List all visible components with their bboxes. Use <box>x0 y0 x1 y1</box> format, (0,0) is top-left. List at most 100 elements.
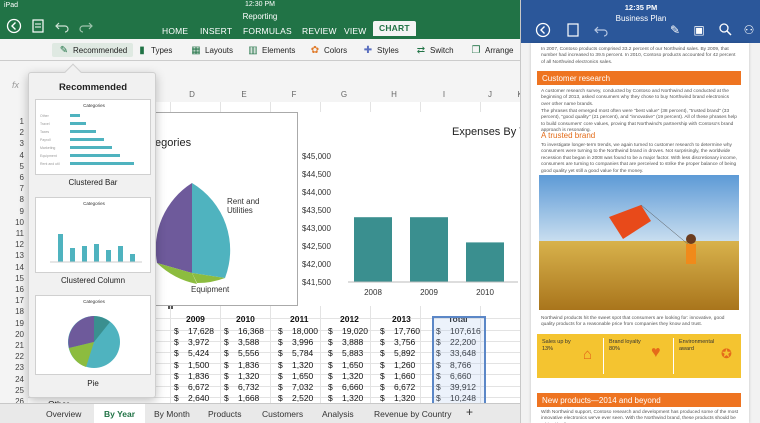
table-cell[interactable]: 3,996 <box>292 337 313 347</box>
thumb-clustered-column[interactable]: Categories <box>35 197 151 273</box>
row-number[interactable]: 15 <box>6 274 24 283</box>
row-number[interactable]: 17 <box>6 296 24 305</box>
thumb-pie[interactable]: Categories <box>35 295 151 375</box>
table-cell[interactable]: 1,260 <box>394 360 415 370</box>
back-icon[interactable] <box>6 18 22 34</box>
table-cell[interactable]: 1,320 <box>238 371 259 381</box>
thumb-clustered-bar[interactable]: Categories Other Travel Taxes Payroll Marke… <box>35 99 151 175</box>
col-head-h[interactable]: H <box>384 90 404 102</box>
table-cell[interactable]: 6,660 <box>342 382 363 392</box>
table-cell[interactable]: 6,732 <box>238 382 259 392</box>
table-cell[interactable]: 1,320 <box>342 371 363 381</box>
tab-insert[interactable]: INSERT <box>200 26 232 36</box>
table-cell[interactable]: 1,320 <box>394 393 415 403</box>
table-cell[interactable]: 2,520 <box>292 393 313 403</box>
row-number[interactable]: 14 <box>6 263 24 272</box>
table-cell[interactable]: 2,640 <box>188 393 209 403</box>
switch-button[interactable]: ⇄ Switch <box>415 43 454 57</box>
file-icon[interactable] <box>30 18 46 34</box>
tab-formulas[interactable]: FORMULAS <box>243 26 292 36</box>
row-number[interactable]: 22 <box>6 352 24 361</box>
sheet-tab-by-month[interactable]: By Month <box>154 409 190 419</box>
tab-view[interactable]: VIEW <box>344 26 367 36</box>
file-icon[interactable] <box>565 22 581 38</box>
row-number[interactable]: 6 <box>6 173 24 182</box>
col-head-j[interactable]: J <box>480 90 500 102</box>
read-mode-icon[interactable]: ▣ <box>691 22 707 38</box>
arrange-button[interactable]: ❐ Arrange <box>470 43 514 57</box>
document-page[interactable]: In 2007, Contoso products comprised 33.2… <box>531 43 749 423</box>
table-cell[interactable]: 3,756 <box>394 337 415 347</box>
table-cell[interactable]: 5,556 <box>238 348 259 358</box>
table-cell[interactable]: 17,760 <box>394 326 420 336</box>
table-cell[interactable]: 16,368 <box>238 326 264 336</box>
table-cell[interactable]: 1,500 <box>188 360 209 370</box>
table-cell[interactable]: 5,784 <box>292 348 313 358</box>
undo-icon[interactable] <box>593 22 609 38</box>
option-pie[interactable]: Pie <box>29 379 157 388</box>
row-number[interactable]: 4 <box>6 151 24 160</box>
table-cell[interactable]: 1,668 <box>238 393 259 403</box>
row-number[interactable]: 5 <box>6 162 24 171</box>
sheet-tab-customers[interactable]: Customers <box>262 409 303 419</box>
tab-home[interactable]: HOME <box>162 26 188 36</box>
sheet-tab-by-year[interactable]: By Year <box>94 404 146 423</box>
option-clustered-column[interactable]: Clustered Column <box>29 276 157 285</box>
col-head-f[interactable]: F <box>284 90 304 102</box>
row-number[interactable]: 8 <box>6 195 24 204</box>
col-head-e[interactable]: E <box>234 90 254 102</box>
colors-button[interactable]: ✿ Colors <box>309 43 347 57</box>
sheet-tab-overview[interactable]: Overview <box>46 409 81 419</box>
row-number[interactable]: 18 <box>6 307 24 316</box>
selected-range[interactable] <box>432 316 486 410</box>
table-cell[interactable]: 1,320 <box>342 393 363 403</box>
table-header[interactable]: 2012 <box>340 314 359 324</box>
row-number[interactable]: 23 <box>6 363 24 372</box>
row-number[interactable]: 9 <box>6 207 24 216</box>
sheet-tab-revenue-by-country[interactable]: Revenue by Country <box>374 409 452 419</box>
table-header[interactable]: 2010 <box>236 314 255 324</box>
table-cell[interactable]: 1,650 <box>342 360 363 370</box>
kite-photo[interactable] <box>539 175 739 310</box>
table-cell[interactable]: 1,650 <box>292 371 313 381</box>
bar-chart-object[interactable]: $41,500 $42,000 $42,500 $43,000 $43,500 $44,0… <box>298 112 520 306</box>
row-number[interactable]: 10 <box>6 218 24 227</box>
col-head-d[interactable]: D <box>182 90 202 102</box>
table-cell[interactable]: 3,888 <box>342 337 363 347</box>
recommended-button[interactable]: ✎ Recommended <box>52 43 134 57</box>
col-head-g[interactable]: G <box>334 90 354 102</box>
styles-button[interactable]: ✚ Styles <box>362 43 399 57</box>
tab-chart[interactable]: CHART <box>373 21 416 36</box>
row-number[interactable]: 7 <box>6 184 24 193</box>
row-number[interactable]: 12 <box>6 240 24 249</box>
table-cell[interactable]: 3,972 <box>188 337 209 347</box>
table-cell[interactable]: 1,836 <box>188 371 209 381</box>
sheet-tab-products[interactable]: Products <box>208 409 242 419</box>
row-number[interactable]: 3 <box>6 139 24 148</box>
row-number[interactable]: 11 <box>6 229 24 238</box>
table-header[interactable]: 2011 <box>290 314 308 324</box>
types-button[interactable]: ▮ Types <box>136 43 172 57</box>
elements-button[interactable]: ▥ Elements <box>247 43 295 57</box>
row-number[interactable]: 21 <box>6 341 24 350</box>
row-number[interactable]: 24 <box>6 375 24 384</box>
col-head-k[interactable]: K <box>510 90 520 102</box>
undo-icon[interactable] <box>54 18 70 34</box>
table-cell[interactable]: 17,628 <box>188 326 214 336</box>
table-cell[interactable]: 6,672 <box>394 382 415 392</box>
table-header[interactable]: 2013 <box>392 314 411 324</box>
table-cell[interactable]: 7,032 <box>292 382 313 392</box>
pen-icon[interactable]: ✎ <box>667 22 683 38</box>
table-cell[interactable]: 19,020 <box>342 326 368 336</box>
table-cell[interactable]: 1,660 <box>394 371 415 381</box>
search-icon[interactable] <box>717 22 733 38</box>
tab-review[interactable]: REVIEW <box>302 26 337 36</box>
add-sheet-button[interactable]: + <box>466 405 473 419</box>
sheet-tab-analysis[interactable]: Analysis <box>322 409 354 419</box>
table-cell[interactable]: 5,424 <box>188 348 209 358</box>
share-icon[interactable]: ⚇ <box>741 22 757 38</box>
table-cell[interactable]: 6,672 <box>188 382 209 392</box>
table-cell[interactable]: 1,836 <box>238 360 259 370</box>
row-number[interactable]: 16 <box>6 285 24 294</box>
table-cell[interactable]: 5,883 <box>342 348 363 358</box>
